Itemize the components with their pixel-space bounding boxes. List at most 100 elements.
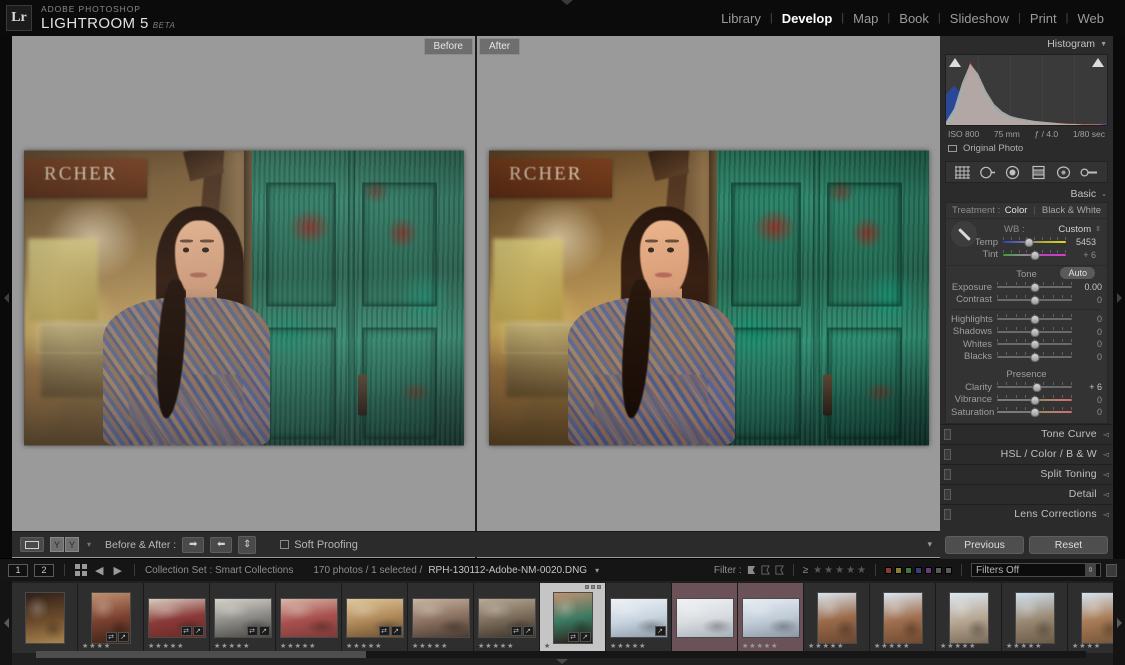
thumbnail-rating[interactable]: ★ ★ ★ ★ ★ <box>346 643 381 650</box>
filter-star-1[interactable]: ★ <box>813 565 822 576</box>
highlights-slider-track[interactable] <box>997 314 1072 325</box>
swap-vertical-icon[interactable]: ⇕ <box>238 535 257 554</box>
spot-removal-icon[interactable] <box>979 165 996 180</box>
crop-badge-icon[interactable]: ⇄ <box>567 632 579 642</box>
filmstrip-thumbnail[interactable]: ★ ★ ★ ★ ★ <box>408 583 474 653</box>
panel-switch-icon[interactable] <box>944 508 951 520</box>
flag-rejected-icon[interactable] <box>775 565 784 575</box>
filmstrip-collapse-icon[interactable] <box>556 659 568 664</box>
filter-preset-dropdown[interactable]: Filters Off ⇳ <box>971 563 1101 577</box>
color-label-swatch-1[interactable] <box>885 566 892 574</box>
exposure-slider-row[interactable]: Exposure 0.00 <box>946 281 1107 294</box>
highlights-slider-row[interactable]: Highlights 0 <box>946 313 1107 326</box>
page-button-2[interactable]: 2 <box>34 563 54 577</box>
filter-star-3[interactable]: ★ <box>835 565 844 576</box>
color-label-swatch-4[interactable] <box>915 566 922 574</box>
clarity-value[interactable]: + 6 <box>1072 382 1102 392</box>
tint-slider-row[interactable]: Tint + 6 <box>952 249 1101 262</box>
whites-slider-row[interactable]: Whites 0 <box>946 338 1107 351</box>
crop-badge-icon[interactable]: ⇄ <box>378 626 390 636</box>
panel-header-hsl-color-b-w[interactable]: HSL / Color / B & W ◅ <box>940 443 1113 464</box>
filmstrip-thumbnail[interactable]: ★ ★ ★ ★ ★ <box>1002 583 1068 653</box>
clarity-slider-track[interactable] <box>997 382 1072 393</box>
crop-badge-icon[interactable]: ⇄ <box>105 632 117 642</box>
blacks-slider-track[interactable] <box>997 351 1072 362</box>
whites-slider-track[interactable] <box>997 339 1072 350</box>
temp-slider-handle[interactable] <box>1024 238 1034 248</box>
vibrance-slider-track[interactable] <box>997 394 1072 405</box>
develop-badge-icon[interactable]: ↗ <box>522 626 534 636</box>
previous-button[interactable]: Previous <box>945 536 1024 554</box>
back-arrow-icon[interactable]: ◀ <box>93 564 105 577</box>
highlights-value[interactable]: 0 <box>1072 314 1102 324</box>
exposure-slider-handle[interactable] <box>1030 283 1039 293</box>
clarity-slider-handle[interactable] <box>1032 383 1042 393</box>
arrow-right-icon[interactable]: ➡ <box>182 536 205 553</box>
loupe-view-icon[interactable] <box>20 537 44 552</box>
current-filename[interactable]: RPH-130112-Adobe-NM-0020.DNG <box>428 565 587 576</box>
thumbnail-rating[interactable]: ★ ★ ★ ★ ★ <box>214 643 249 650</box>
forward-arrow-icon[interactable]: ▶ <box>111 564 123 577</box>
white-balance-selector-icon[interactable] <box>951 221 977 247</box>
left-panel-toggle[interactable] <box>0 36 12 559</box>
page-button-1[interactable]: 1 <box>8 563 28 577</box>
tint-value[interactable]: + 6 <box>1066 250 1096 260</box>
panel-switch-icon[interactable] <box>944 428 951 440</box>
crop-badge-icon[interactable]: ⇄ <box>180 626 192 636</box>
panel-header-detail[interactable]: Detail ◅ <box>940 483 1113 504</box>
flag-picked-icon[interactable] <box>747 565 756 575</box>
blacks-value[interactable]: 0 <box>1072 352 1102 362</box>
exposure-value[interactable]: 0.00 <box>1072 282 1102 292</box>
filmstrip-thumbnail[interactable]: ★ ★ ★ ★ ★ <box>804 583 870 653</box>
thumbnail-rating[interactable]: ★ ★ ★ ★ ★ <box>1006 643 1041 650</box>
contrast-slider-row[interactable]: Contrast 0 <box>946 294 1107 307</box>
thumbnail-rating[interactable]: ★ <box>544 643 550 650</box>
whites-value[interactable]: 0 <box>1072 339 1102 349</box>
thumbnail-rating[interactable]: ★ ★ ★ ★ ★ <box>148 643 183 650</box>
radial-filter-icon[interactable] <box>1055 165 1072 180</box>
flag-unflagged-icon[interactable] <box>761 565 770 575</box>
thumbnail-rating[interactable]: ★ ★ ★ ★ ★ <box>412 643 447 650</box>
module-library[interactable]: Library <box>712 11 770 26</box>
reset-button[interactable]: Reset <box>1029 536 1108 554</box>
focal-length-value[interactable]: 75 mm <box>994 129 1020 139</box>
filmstrip-thumbnail[interactable]: ⇄ ↗ ★ ★ ★ ★ ★ <box>210 583 276 653</box>
grid-view-icon[interactable] <box>75 564 87 576</box>
thumbnail-rating[interactable]: ★ ★ ★ ★ <box>82 643 110 650</box>
saturation-value[interactable]: 0 <box>1072 407 1102 417</box>
filmstrip-thumbnail[interactable]: ⇄ ↗ ★ ★ ★ ★ <box>78 583 144 653</box>
histogram-header[interactable]: Histogram ▼ <box>940 36 1113 52</box>
filmstrip-thumbnail[interactable]: ⇄ ↗ ★ ★ ★ ★ ★ <box>474 583 540 653</box>
module-develop[interactable]: Develop <box>773 11 842 26</box>
panel-header-tone-curve[interactable]: Tone Curve ◅ <box>940 423 1113 444</box>
chevron-down-icon[interactable]: ▾ <box>87 540 91 549</box>
aperture-value[interactable]: ƒ / 4.0 <box>1035 129 1059 139</box>
color-label-swatch-5[interactable] <box>925 566 932 574</box>
filmstrip-thumbnail[interactable]: ↗ ★ ★ ★ ★ ★ <box>606 583 672 653</box>
shadows-slider-row[interactable]: Shadows 0 <box>946 326 1107 339</box>
arrow-left-icon[interactable]: ⬅ <box>210 536 233 553</box>
filmstrip-thumbnail[interactable]: ⇄ ↗ ★ <box>540 583 606 653</box>
filmstrip-thumbnail[interactable] <box>12 583 78 653</box>
yy-compare-icon[interactable]: Y Y <box>50 537 79 552</box>
panel-switch-icon[interactable] <box>944 448 951 460</box>
soft-proofing-toggle[interactable]: Soft Proofing <box>280 539 358 551</box>
filter-star-5[interactable]: ★ <box>857 565 866 576</box>
develop-badge-icon[interactable]: ↗ <box>117 632 129 642</box>
filmstrip-thumbnail[interactable] <box>672 583 738 653</box>
tint-slider-track[interactable] <box>1003 249 1066 260</box>
graduated-filter-icon[interactable] <box>1030 165 1047 180</box>
highlight-clipping-icon[interactable] <box>1092 58 1104 67</box>
shadows-slider-track[interactable] <box>997 326 1072 337</box>
filename-dropdown-icon[interactable]: ▾ <box>593 566 601 575</box>
develop-badge-icon[interactable]: ↗ <box>192 626 204 636</box>
filmstrip-toggle-icon[interactable] <box>1106 563 1117 577</box>
original-photo-row[interactable]: Original Photo <box>940 139 1113 157</box>
module-book[interactable]: Book <box>890 11 938 26</box>
basic-panel-header[interactable]: Basic ⌄ <box>940 186 1113 202</box>
filmstrip-prev-button[interactable] <box>0 581 12 665</box>
toolbar-collapse-icon[interactable]: ▾ <box>927 539 932 550</box>
auto-tone-button[interactable]: Auto <box>1060 267 1095 279</box>
module-map[interactable]: Map <box>844 11 887 26</box>
develop-badge-icon[interactable]: ↗ <box>579 632 591 642</box>
